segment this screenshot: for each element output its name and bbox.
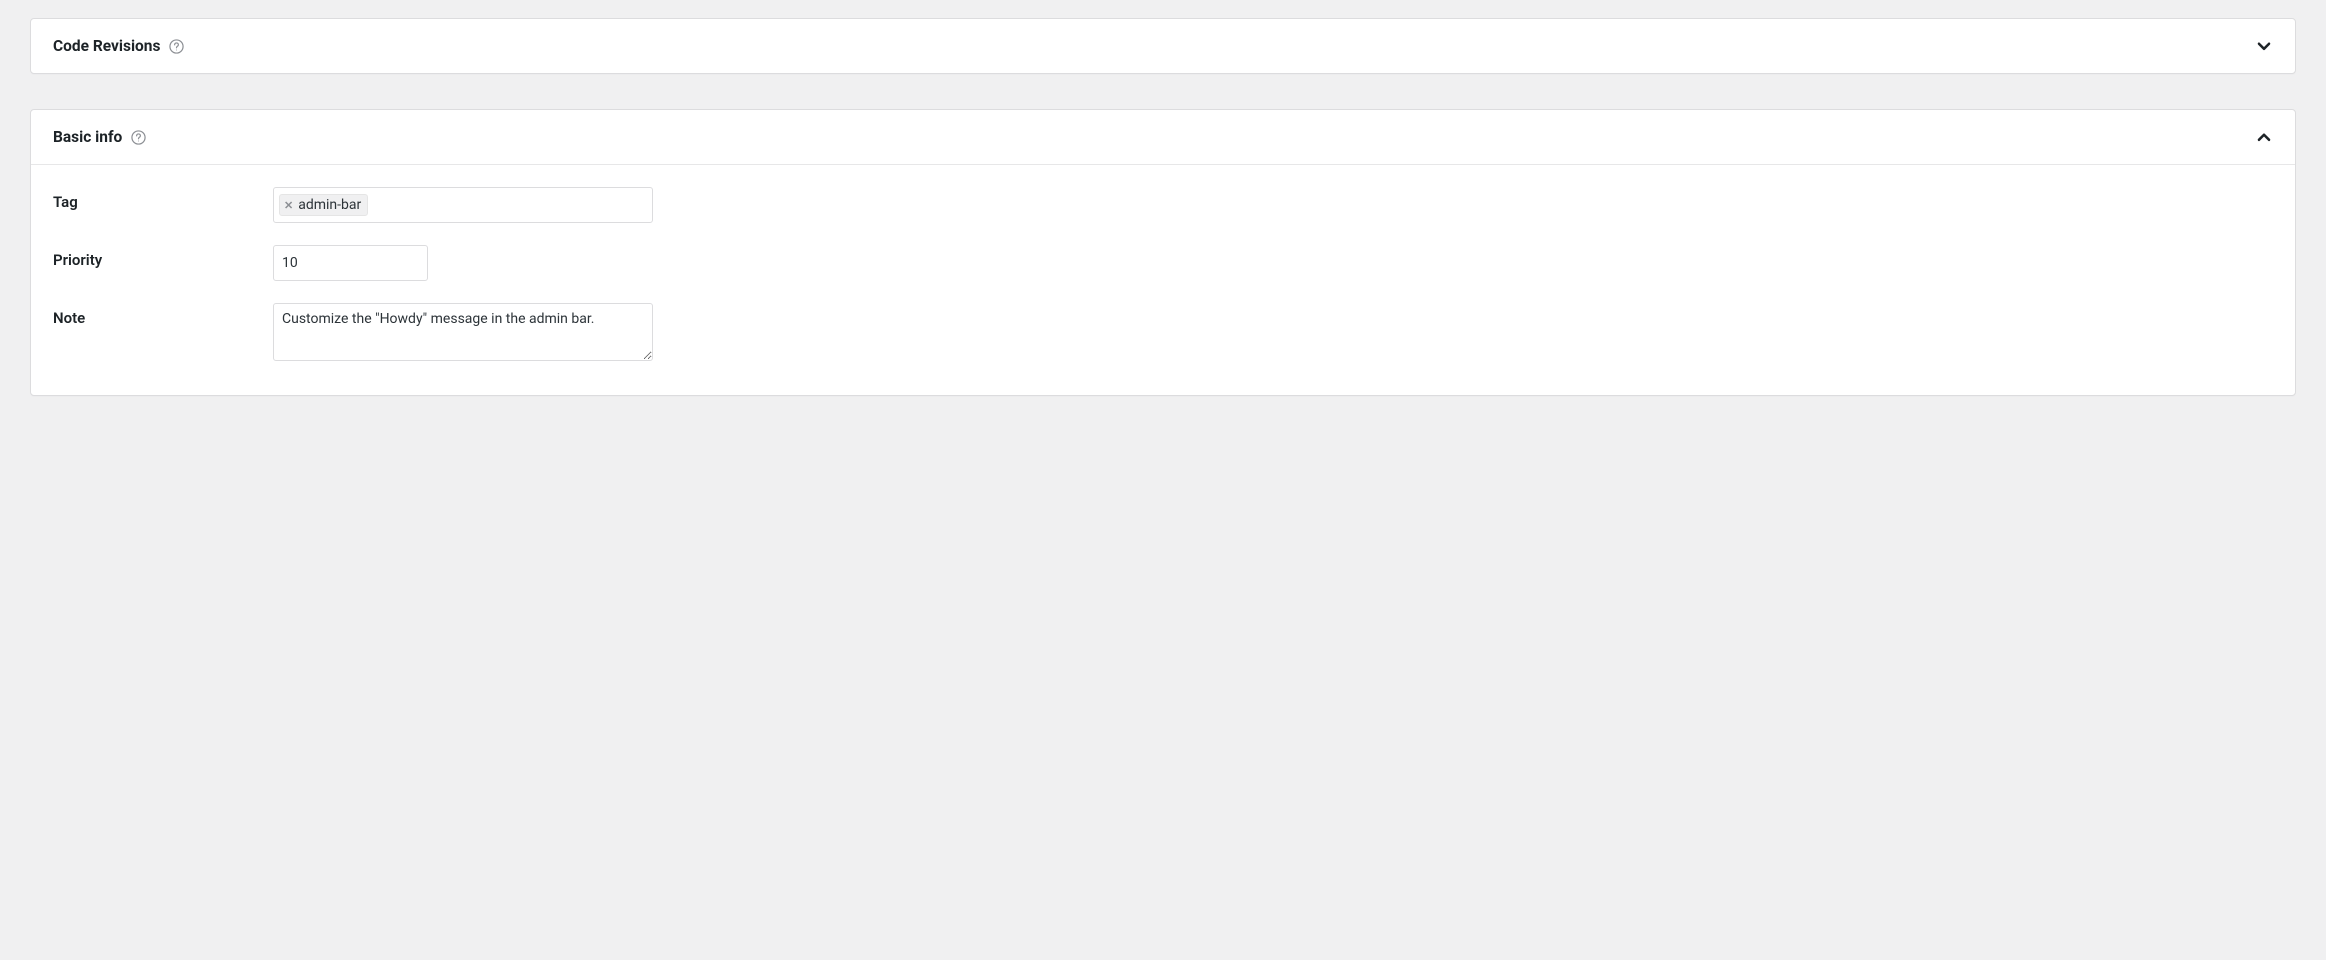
code-revisions-title-wrap: Code Revisions bbox=[53, 37, 184, 55]
tag-label: Tag bbox=[53, 187, 273, 211]
tag-input[interactable]: ✕ admin-bar bbox=[273, 187, 653, 223]
note-textarea[interactable] bbox=[273, 303, 653, 361]
basic-info-header[interactable]: Basic info bbox=[31, 110, 2295, 164]
tag-row: Tag ✕ admin-bar bbox=[53, 187, 2273, 223]
basic-info-panel: Basic info Tag ✕ admin-bar bbox=[30, 109, 2296, 396]
tag-chip-label: admin-bar bbox=[298, 197, 361, 213]
priority-row: Priority bbox=[53, 245, 2273, 281]
code-revisions-panel: Code Revisions bbox=[30, 18, 2296, 74]
priority-label: Priority bbox=[53, 245, 273, 269]
code-revisions-title: Code Revisions bbox=[53, 37, 160, 55]
note-row: Note bbox=[53, 303, 2273, 365]
help-icon[interactable] bbox=[168, 38, 184, 54]
note-label: Note bbox=[53, 303, 273, 327]
help-icon[interactable] bbox=[130, 129, 146, 145]
basic-info-title: Basic info bbox=[53, 128, 122, 146]
code-revisions-header[interactable]: Code Revisions bbox=[31, 19, 2295, 73]
priority-input[interactable] bbox=[273, 245, 428, 281]
chevron-down-icon[interactable] bbox=[2255, 37, 2273, 55]
chevron-up-icon[interactable] bbox=[2255, 128, 2273, 146]
tag-chip: ✕ admin-bar bbox=[279, 194, 368, 216]
tag-remove-icon[interactable]: ✕ bbox=[284, 200, 293, 211]
basic-info-body: Tag ✕ admin-bar Priority Note bbox=[31, 164, 2295, 395]
basic-info-title-wrap: Basic info bbox=[53, 128, 146, 146]
